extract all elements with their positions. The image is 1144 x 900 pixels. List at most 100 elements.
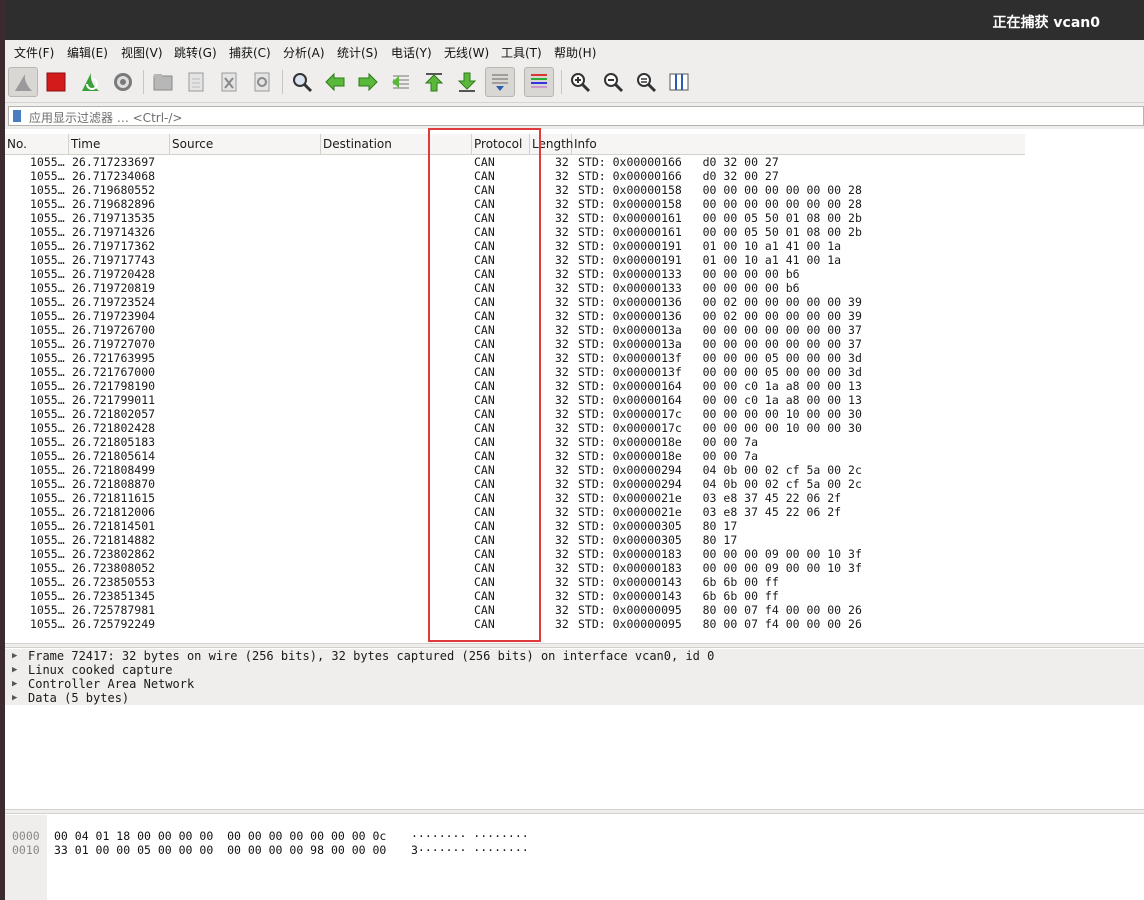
bookmark-icon[interactable] [13, 110, 21, 122]
packet-row[interactable]: 1055… 26.723851345 CAN 32 STD: 0x00000143 6b… [5, 589, 1144, 603]
expand-arrow-icon[interactable]: ▶ [12, 663, 17, 677]
menu-file[interactable]: 文件(F) [14, 44, 54, 61]
menu-capture[interactable]: 捕获(C) [229, 44, 271, 61]
stop-icon [46, 72, 66, 92]
packet-row[interactable]: 1055… 26.719717743 CAN 32 STD: 0x00000191 01… [5, 253, 1144, 267]
close-file-button[interactable] [214, 67, 244, 97]
find-packet-button[interactable] [287, 67, 317, 97]
capture-options-button[interactable] [108, 67, 138, 97]
zoom-normal-button[interactable] [631, 67, 661, 97]
go-first-button[interactable] [419, 67, 449, 97]
packet-row[interactable]: 1055… 26.719714326 CAN 32 STD: 0x00000161 00… [5, 225, 1144, 239]
packet-row[interactable]: 1055… 26.721763995 CAN 32 STD: 0x0000013f 00… [5, 351, 1144, 365]
auto-scroll-button[interactable] [485, 67, 515, 97]
menu-help[interactable]: 帮助(H) [554, 44, 596, 61]
packet-row[interactable]: 1055… 26.719726700 CAN 32 STD: 0x0000013a 00… [5, 323, 1144, 337]
packet-bytes-pane: 0000 00 04 01 18 00 00 00 00 00 00 00 00 … [5, 815, 1144, 900]
packet-row[interactable]: 1055… 26.719713535 CAN 32 STD: 0x00000161 00… [5, 211, 1144, 225]
zoom-out-icon [604, 73, 624, 93]
col-header-time[interactable]: Time [69, 134, 170, 154]
col-header-destination[interactable]: Destination [321, 134, 472, 154]
packet-row[interactable]: 1055… 26.721812006 CAN 32 STD: 0x0000021e 03… [5, 505, 1144, 519]
zoom-out-button[interactable] [598, 67, 628, 97]
toolbar-separator [561, 70, 562, 94]
arrow-right-icon [358, 72, 378, 92]
packet-row[interactable]: 1055… 26.721799011 CAN 32 STD: 0x00000164 00… [5, 393, 1144, 407]
packet-row[interactable]: 1055… 26.719727070 CAN 32 STD: 0x0000013a 00… [5, 337, 1144, 351]
menu-go[interactable]: 跳转(G) [174, 44, 217, 61]
display-filter-input[interactable]: 应用显示过滤器 … <Ctrl-/> [8, 106, 1144, 126]
zoom-in-button[interactable] [565, 67, 595, 97]
bytes-row[interactable]: 0000 00 04 01 18 00 00 00 00 00 00 00 00 … [5, 815, 1144, 843]
menu-tools[interactable]: 工具(T) [501, 44, 542, 61]
go-last-button[interactable] [452, 67, 482, 97]
restart-capture-button[interactable] [75, 67, 105, 97]
packet-row[interactable]: 1055… 26.721811615 CAN 32 STD: 0x0000021e 03… [5, 491, 1144, 505]
menu-statistics[interactable]: 统计(S) [337, 44, 378, 61]
expand-arrow-icon[interactable]: ▶ [12, 691, 17, 705]
pane-splitter-bottom[interactable] [5, 809, 1144, 814]
reload-file-button[interactable] [247, 67, 277, 97]
packet-row[interactable]: 1055… 26.719720819 CAN 32 STD: 0x00000133 00… [5, 281, 1144, 295]
search-icon [293, 73, 313, 93]
resize-columns-icon [669, 73, 689, 91]
packet-row[interactable]: 1055… 26.719682896 CAN 32 STD: 0x00000158 00… [5, 197, 1144, 211]
packet-row[interactable]: 1055… 26.721798190 CAN 32 STD: 0x00000164 00… [5, 379, 1144, 393]
packet-row[interactable]: 1055… 26.725787981 CAN 32 STD: 0x00000095 80… [5, 603, 1144, 617]
col-header-info[interactable]: Info [572, 134, 1025, 154]
detail-tree-item[interactable]: ▶ Frame 72417: 32 bytes on wire (256 bits… [5, 649, 1144, 663]
go-to-packet-button[interactable] [386, 67, 416, 97]
display-filter-bar: 应用显示过滤器 … <Ctrl-/> [5, 103, 1144, 129]
resize-columns-button[interactable] [664, 67, 694, 97]
packet-row[interactable]: 1055… 26.719720428 CAN 32 STD: 0x00000133 00… [5, 267, 1144, 281]
go-forward-button[interactable] [353, 67, 383, 97]
menu-telephony[interactable]: 电话(Y) [391, 44, 432, 61]
pane-splitter-top[interactable] [5, 643, 1144, 648]
packet-row[interactable]: 1055… 26.719723524 CAN 32 STD: 0x00000136 00… [5, 295, 1144, 309]
packet-row[interactable]: 1055… 26.721805614 CAN 32 STD: 0x0000018e 00… [5, 449, 1144, 463]
folder-icon [153, 74, 173, 91]
menu-wireless[interactable]: 无线(W) [444, 44, 489, 61]
col-header-length[interactable]: Length [530, 134, 573, 154]
packet-row[interactable]: 1055… 26.723808052 CAN 32 STD: 0x00000183 00… [5, 561, 1144, 575]
packet-row[interactable]: 1055… 26.725792249 CAN 32 STD: 0x00000095 80… [5, 617, 1144, 631]
packet-row[interactable]: 1055… 26.721814501 CAN 32 STD: 0x00000305 80… [5, 519, 1144, 533]
arrow-down-icon [457, 72, 477, 92]
col-header-no[interactable]: No. [5, 134, 69, 154]
window-title: 正在捕获 vcan0 [992, 15, 1100, 31]
menu-edit[interactable]: 编辑(E) [67, 44, 108, 61]
menu-bar: 文件(F) 编辑(E) 视图(V) 跳转(G) 捕获(C) 分析(A) 统计(S… [5, 40, 1144, 62]
stop-capture-button[interactable] [41, 67, 71, 97]
detail-tree-item[interactable]: ▶ Data (5 bytes) [5, 691, 1144, 705]
packet-row[interactable]: 1055… 26.723850553 CAN 32 STD: 0x00000143 6b… [5, 575, 1144, 589]
packet-details-pane: ▶ Frame 72417: 32 bytes on wire (256 bits… [5, 649, 1144, 810]
packet-row[interactable]: 1055… 26.721814882 CAN 32 STD: 0x00000305 80… [5, 533, 1144, 547]
packet-row[interactable]: 1055… 26.721767000 CAN 32 STD: 0x0000013f 00… [5, 365, 1144, 379]
colorize-button[interactable] [524, 67, 554, 97]
packet-row[interactable]: 1055… 26.721802428 CAN 32 STD: 0x0000017c 00… [5, 421, 1144, 435]
start-capture-button[interactable] [8, 67, 38, 97]
expand-arrow-icon[interactable]: ▶ [12, 677, 17, 691]
save-file-button[interactable] [181, 67, 211, 97]
expand-arrow-icon[interactable]: ▶ [12, 649, 17, 663]
packet-row[interactable]: 1055… 26.717234068 CAN 32 STD: 0x00000166 d0… [5, 169, 1144, 183]
open-file-button[interactable] [148, 67, 178, 97]
packet-row[interactable]: 1055… 26.723802862 CAN 32 STD: 0x00000183 00… [5, 547, 1144, 561]
toolbar-separator [282, 70, 283, 94]
bytes-row[interactable]: 0010 33 01 00 00 05 00 00 00 00 00 00 00 … [5, 829, 1144, 857]
packet-row[interactable]: 1055… 26.721808870 CAN 32 STD: 0x00000294 04… [5, 477, 1144, 491]
packet-row[interactable]: 1055… 26.721808499 CAN 32 STD: 0x00000294 04… [5, 463, 1144, 477]
menu-analyze[interactable]: 分析(A) [283, 44, 325, 61]
menu-view[interactable]: 视图(V) [121, 44, 163, 61]
packet-row[interactable]: 1055… 26.719717362 CAN 32 STD: 0x00000191 01… [5, 239, 1144, 253]
packet-row[interactable]: 1055… 26.721802057 CAN 32 STD: 0x0000017c 00… [5, 407, 1144, 421]
detail-tree-item[interactable]: ▶ Linux cooked capture [5, 663, 1144, 677]
packet-row[interactable]: 1055… 26.719680552 CAN 32 STD: 0x00000158 00… [5, 183, 1144, 197]
packet-row[interactable]: 1055… 26.717233697 CAN 32 STD: 0x00000166 d0… [5, 155, 1144, 169]
detail-tree-item[interactable]: ▶ Controller Area Network [5, 677, 1144, 691]
packet-row[interactable]: 1055… 26.721805183 CAN 32 STD: 0x0000018e 00… [5, 435, 1144, 449]
packet-row[interactable]: 1055… 26.719723904 CAN 32 STD: 0x00000136 00… [5, 309, 1144, 323]
go-back-button[interactable] [320, 67, 350, 97]
col-header-source[interactable]: Source [170, 134, 321, 154]
col-header-protocol[interactable]: Protocol [472, 134, 530, 154]
